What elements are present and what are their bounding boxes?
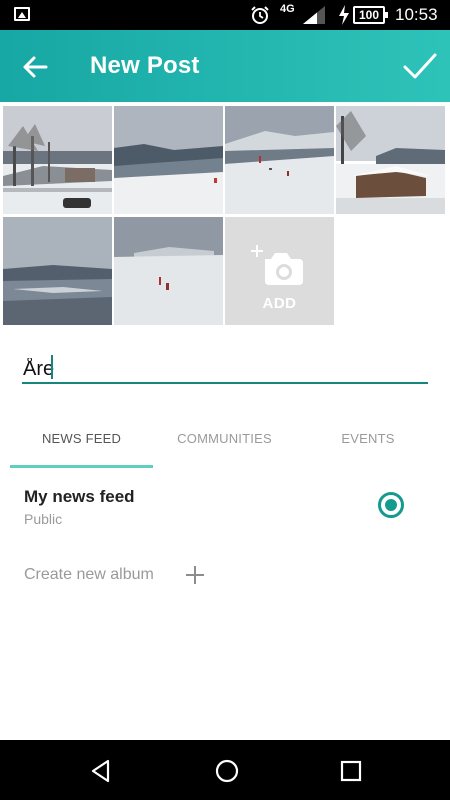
photo-thumbnail[interactable] [225, 106, 334, 214]
add-photo-camera-icon [251, 245, 303, 285]
app-bar: New Post [0, 30, 450, 102]
status-bar: 4G 100 10:53 [0, 0, 450, 30]
photo-thumbnail[interactable] [3, 106, 112, 214]
photo-thumbnail[interactable] [336, 106, 445, 214]
feed-visibility: Public [24, 511, 63, 527]
photo-thumbnail[interactable] [114, 217, 223, 325]
radio-selected-dot [385, 499, 397, 511]
text-cursor [51, 355, 53, 379]
page-title: New Post [90, 52, 200, 79]
create-album-label: Create new album [24, 566, 154, 583]
destination-tabs: NEWS FEED COMMUNITIES EVENTS [10, 418, 440, 468]
input-underline [22, 382, 428, 384]
home-circle-icon[interactable] [214, 758, 240, 784]
back-triangle-icon[interactable] [88, 758, 114, 784]
charging-icon [339, 5, 349, 25]
battery-icon: 100 [353, 6, 388, 24]
arrow-left-icon[interactable] [20, 52, 50, 82]
image-notification-icon [14, 7, 30, 21]
recents-square-icon[interactable] [338, 758, 364, 784]
tab-events[interactable]: EVENTS [296, 418, 440, 466]
alarm-icon [251, 6, 269, 24]
post-title-input[interactable] [23, 352, 428, 386]
network-type: 4G [280, 3, 295, 15]
checkmark-icon[interactable] [402, 50, 438, 84]
feed-radio-button[interactable] [378, 492, 404, 518]
tab-indicator [10, 465, 153, 468]
add-photo-button[interactable]: ADD [225, 217, 334, 325]
clock: 10:53 [395, 5, 438, 24]
feed-option[interactable]: My news feed Public [0, 480, 450, 536]
system-nav-bar [0, 740, 450, 800]
photo-grid: ADD [3, 106, 447, 326]
signal-icon [303, 6, 325, 24]
photo-thumbnail[interactable] [114, 106, 223, 214]
plus-icon [186, 566, 204, 584]
photo-thumbnail[interactable] [3, 217, 112, 325]
add-photo-label: ADD [262, 295, 297, 312]
tab-news-feed[interactable]: NEWS FEED [10, 418, 153, 466]
tab-communities[interactable]: COMMUNITIES [153, 418, 296, 466]
feed-title: My news feed [24, 487, 135, 506]
